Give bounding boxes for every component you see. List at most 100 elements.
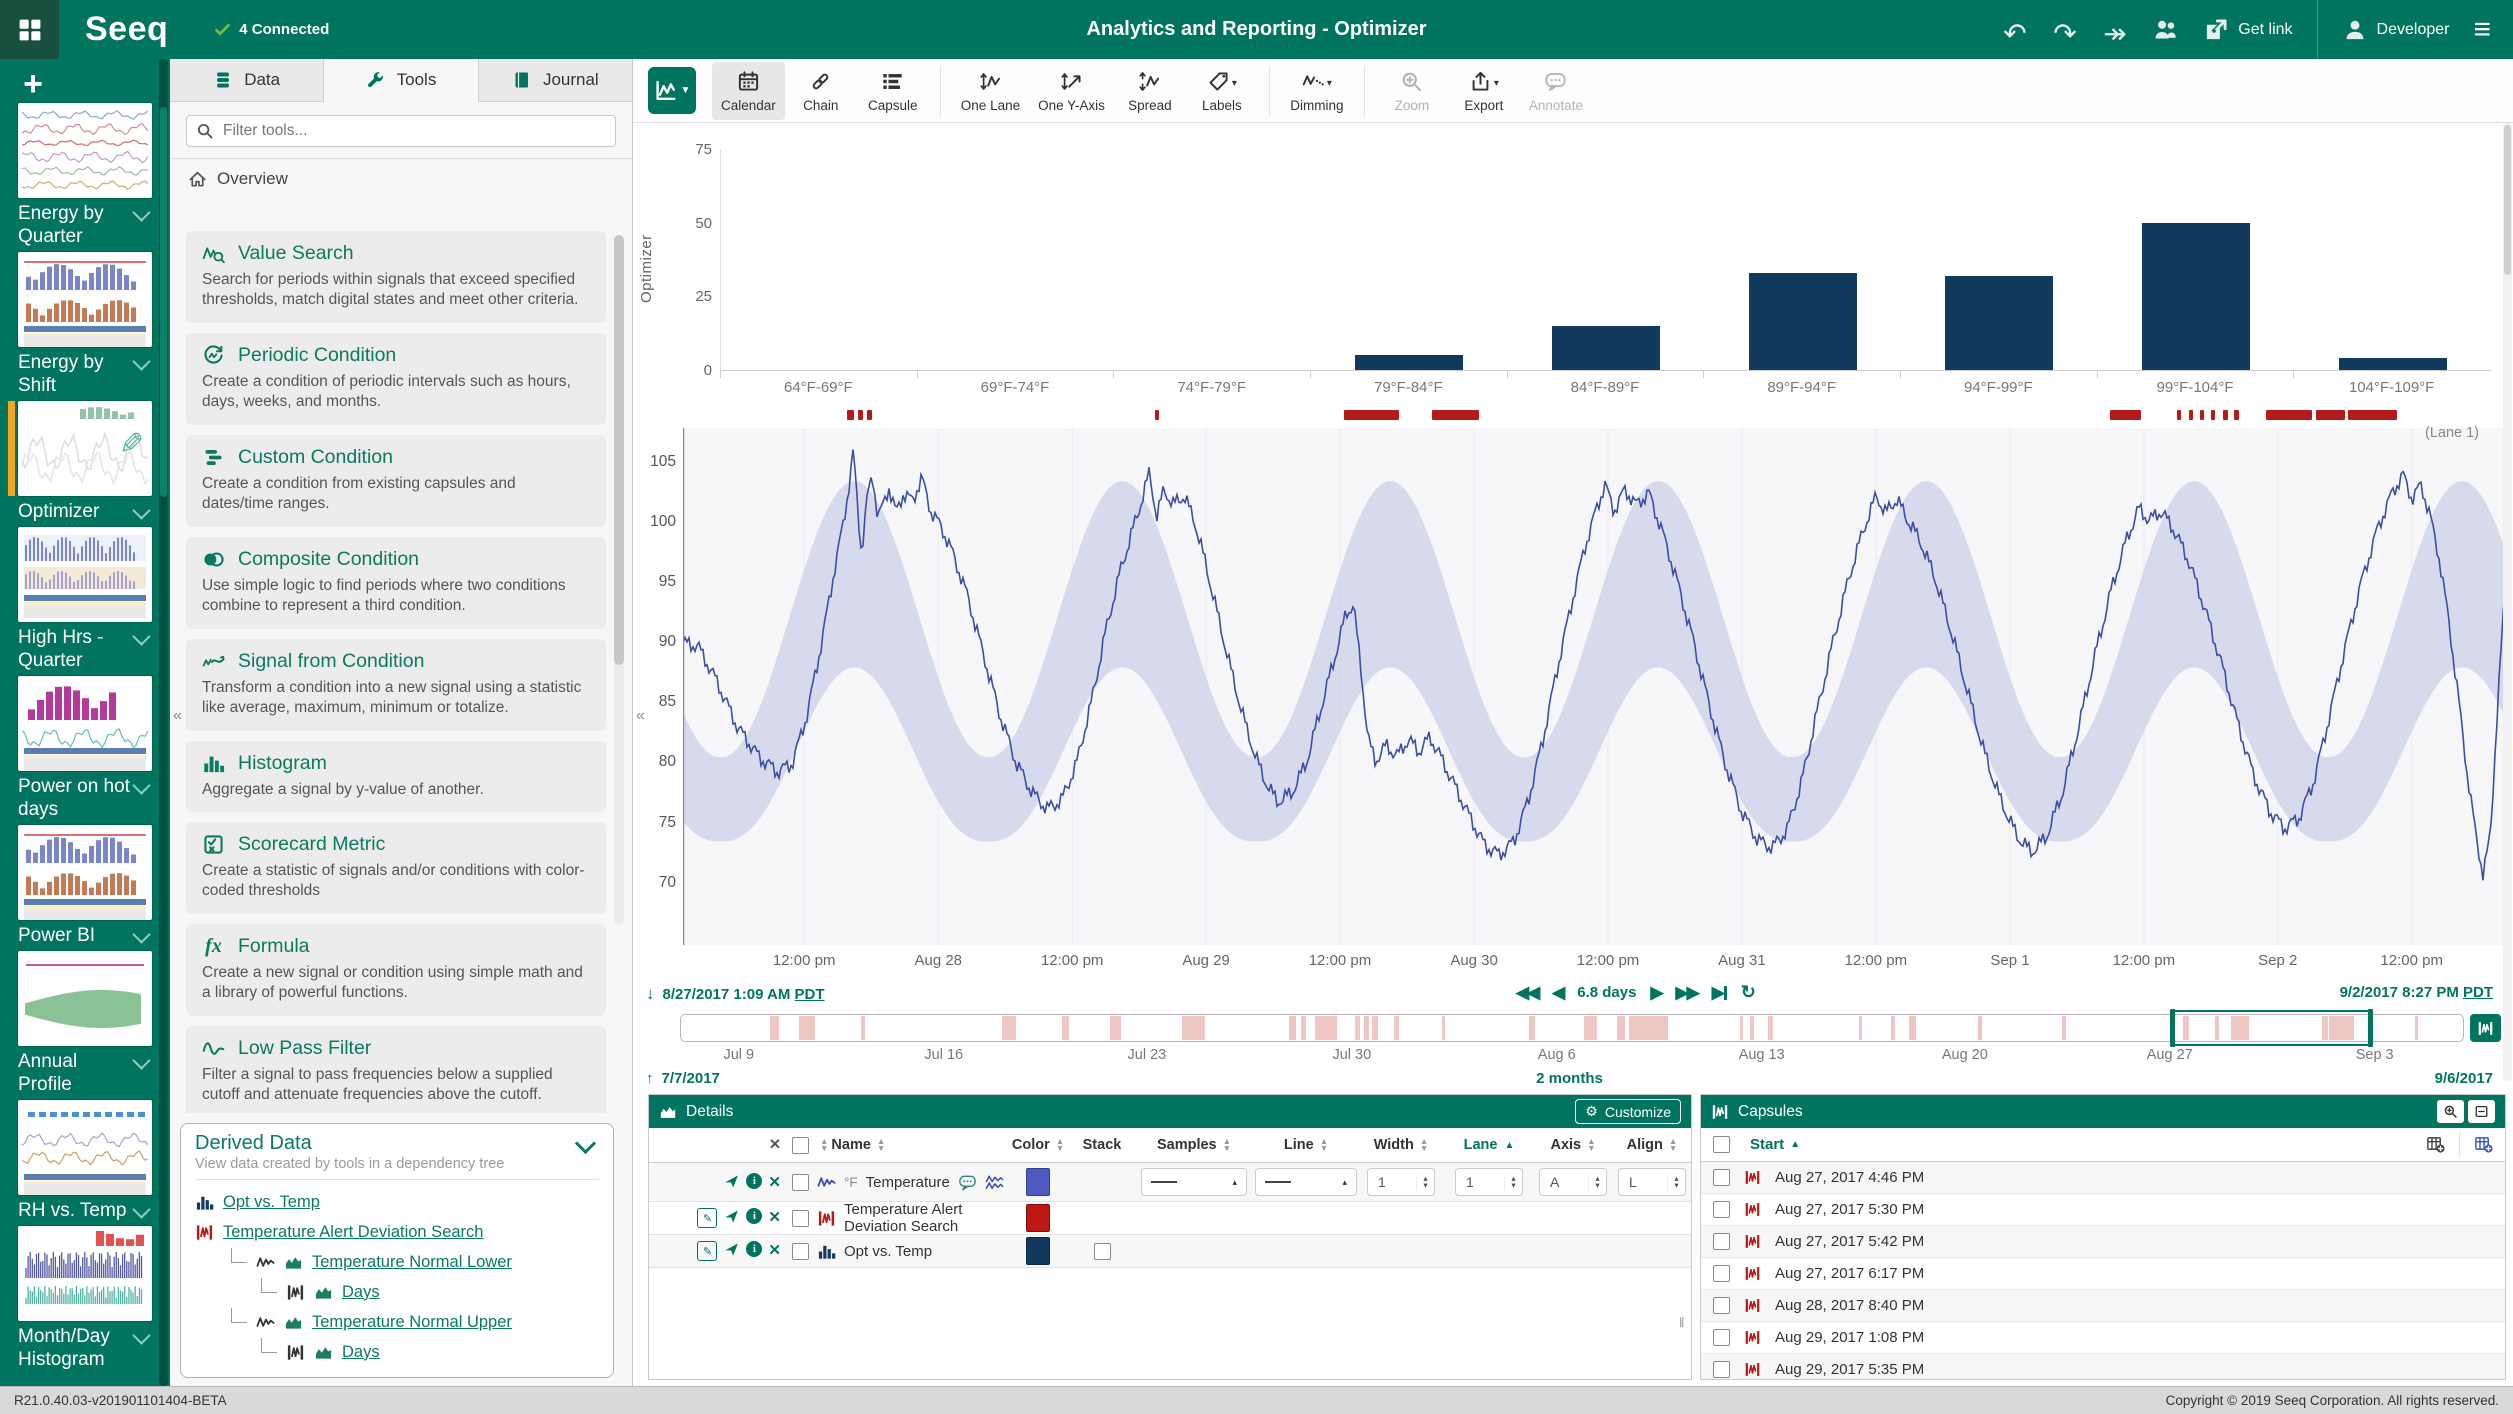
toolbar-one-lane-button[interactable]: One Lane [952,62,1029,120]
capsule-row[interactable]: Aug 29, 2017 1:08 PM [1701,1322,2505,1354]
capsule-checkbox[interactable] [1713,1201,1730,1218]
select-all-checkbox[interactable] [792,1137,809,1154]
selection-handle-left[interactable] [2170,1009,2175,1047]
capsule-row[interactable]: Aug 28, 2017 8:40 PM [1701,1290,2505,1322]
capsule-row[interactable]: Aug 27, 2017 4:46 PM [1701,1162,2505,1194]
align-stepper[interactable]: L▴▾ [1618,1168,1686,1196]
pin-icon[interactable] [723,1173,740,1190]
capsule-mark[interactable] [2348,410,2397,420]
investigate-timeline[interactable] [680,1014,2464,1042]
tab-journal[interactable]: Journal [479,59,632,101]
timeline-selection[interactable] [2172,1010,2371,1046]
refresh-icon[interactable]: ↻ [1741,982,1756,1003]
get-link-button[interactable]: Get link [2203,17,2292,43]
undo-icon[interactable]: ↶ [2003,17,2029,43]
toolbar-dimming-button[interactable]: ▾Dimming [1281,62,1353,120]
capsule-lane-strip[interactable] [683,410,2505,421]
info-icon[interactable]: i [746,1208,762,1224]
info-icon[interactable]: i [746,1173,762,1189]
histogram-bar[interactable] [1355,355,1463,370]
investigate-start[interactable]: 7/7/2017 [662,1070,720,1087]
capsule-mark[interactable] [2110,410,2141,420]
capsule-checkbox[interactable] [1713,1265,1730,1282]
tool-card[interactable]: Custom ConditionCreate a condition from … [186,435,606,527]
worksheet-thumbnail[interactable] [18,951,152,1046]
remove-icon[interactable]: ✕ [768,1173,781,1191]
users-icon[interactable] [2153,17,2179,43]
remove-icon[interactable]: ✕ [768,1241,781,1261]
investigate-end[interactable]: 9/6/2017 [2435,1070,2493,1087]
skip-to-now-icon[interactable]: ▶ [1712,983,1727,1003]
worksheet-thumbnail[interactable] [18,825,152,920]
details-row[interactable]: ✎i✕Temperature Alert Deviation Search [649,1202,1691,1235]
col-line[interactable]: Line▲▼ [1255,1137,1357,1153]
worksheet-item[interactable]: High Hrs - Quarter [18,527,152,672]
toolbar-one-y-axis-button[interactable]: One Y-Axis [1029,62,1114,120]
line-dropdown[interactable]: ▴ [1255,1168,1357,1196]
stack-checkbox[interactable] [1094,1243,1111,1260]
start-column-header[interactable]: Start▲ [1750,1136,1800,1153]
view-selector-button[interactable]: ▼ [648,67,696,114]
capsule-mark[interactable] [2234,410,2239,420]
capsule-mark[interactable] [1155,410,1159,420]
tool-card[interactable]: Low Pass FilterFilter a signal to pass f… [186,1026,606,1113]
col-samples[interactable]: Samples▲▼ [1133,1137,1255,1153]
worksheet-item[interactable]: Optimizer [18,401,152,523]
filter-tools-input[interactable] [186,115,616,147]
worksheet-item[interactable]: Annual Profile [18,951,152,1096]
capsule-row[interactable]: Aug 27, 2017 5:42 PM [1701,1226,2505,1258]
timeline-capsule-button[interactable] [2470,1014,2501,1042]
col-align[interactable]: Align▲▼ [1613,1137,1691,1153]
chevron-down-icon[interactable] [132,203,150,221]
tool-card[interactable]: HistogramAggregate a signal by y-value o… [186,741,606,812]
toolbar-labels-button[interactable]: ▾Labels [1186,62,1258,120]
chevron-down-icon[interactable] [132,776,150,794]
collapse-tools-handle[interactable]: « [633,702,648,730]
derived-item-link[interactable]: Days [342,1283,380,1302]
col-name[interactable]: ▲▼Name▲▼ [817,1137,1005,1153]
histogram-bar[interactable] [1552,326,1660,370]
capsule-mark[interactable] [2189,410,2194,420]
edit-icon[interactable]: ✎ [697,1241,717,1261]
capsule-mark[interactable] [2223,410,2228,420]
app-grid-button[interactable] [0,0,59,59]
derived-item-link[interactable]: Temperature Normal Upper [312,1313,512,1332]
connection-status[interactable]: 4 Connected [214,21,329,38]
toolbar-spread-button[interactable]: Spread [1114,62,1186,120]
col-width[interactable]: Width▲▼ [1357,1137,1445,1153]
add-worksheet-button[interactable]: + [18,69,48,99]
capsules-zoom-button[interactable] [2437,1100,2464,1123]
worksheet-item[interactable]: Month/Day Histogram [18,1226,152,1371]
info-icon[interactable]: i [746,1241,762,1257]
user-menu[interactable]: Developer [2342,17,2450,43]
tool-card[interactable]: Value SearchSearch for periods within si… [186,231,606,323]
samples-dropdown[interactable]: ▴ [1141,1168,1247,1196]
derived-item-link[interactable]: Opt vs. Temp [223,1193,320,1212]
worksheet-thumbnail[interactable] [18,252,152,347]
tool-card[interactable]: Composite ConditionUse simple logic to f… [186,537,606,629]
arrow-down-icon[interactable]: ↓ [646,984,655,1004]
capsule-checkbox[interactable] [1713,1329,1730,1346]
toolbar-zoom-button[interactable]: Zoom [1376,62,1448,120]
remove-icon[interactable]: ✕ [768,1208,781,1228]
toolbar-annotate-button[interactable]: Annotate [1520,62,1592,120]
lane-stepper[interactable]: 1▴▾ [1455,1168,1523,1196]
color-swatch[interactable] [1026,1237,1050,1265]
details-row[interactable]: i✕°FTemperature▴▴1▴▾1▴▾A▴▾L▴▾ [649,1163,1691,1202]
derived-data-header[interactable]: Derived Data [195,1132,599,1155]
toolbar-capsule-button[interactable]: Capsule [857,62,929,120]
redo-all-icon[interactable]: ↠ [2103,17,2129,43]
histogram-chart[interactable] [720,150,2491,371]
capsules-collapse-button[interactable] [2468,1100,2495,1123]
capsule-checkbox[interactable] [1713,1361,1730,1378]
chevron-down-icon[interactable] [132,1051,150,1069]
signals-icon[interactable] [985,1173,1004,1192]
derived-item-link[interactable]: Days [342,1343,380,1362]
display-end[interactable]: 9/2/2017 8:27 PM PDT [2340,984,2493,1001]
annotation-icon[interactable] [958,1173,977,1192]
capsule-mark[interactable] [2177,410,2181,420]
tab-data[interactable]: Data [170,59,324,101]
worksheet-item[interactable]: Energy by Shift [18,252,152,397]
col-color[interactable]: Color▲▼ [1005,1137,1071,1153]
capsule-row[interactable]: Aug 29, 2017 5:35 PM [1701,1354,2505,1380]
